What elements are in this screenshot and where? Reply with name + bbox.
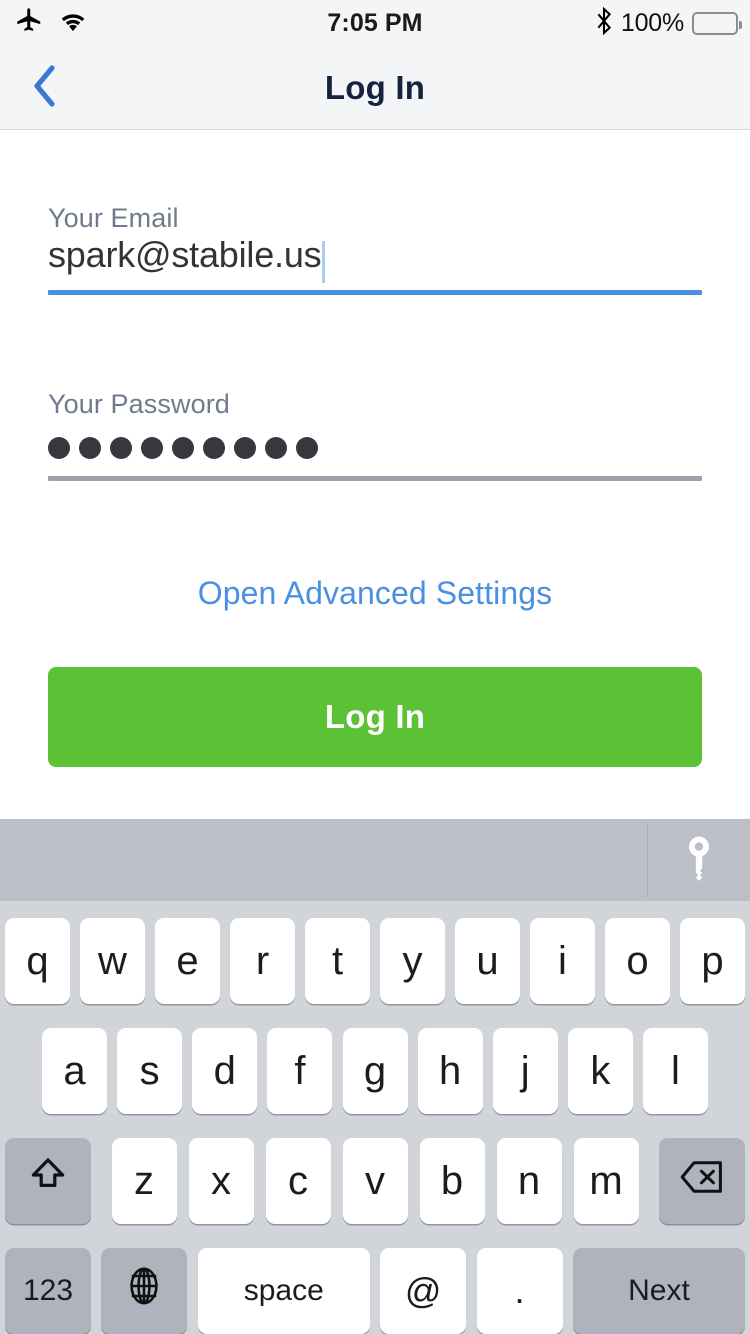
bluetooth-icon	[595, 6, 613, 40]
keyboard-key-m[interactable]: m	[573, 1138, 639, 1224]
password-input[interactable]	[48, 420, 702, 476]
password-mask-dot	[234, 437, 256, 459]
keyboard-key-y[interactable]: y	[380, 918, 445, 1004]
battery-full-icon	[692, 11, 742, 35]
keyboard-key-p[interactable]: p	[680, 918, 745, 1004]
keyboard-accessory-toolbar	[0, 819, 750, 901]
keyboard-row-3: zxcvbnm	[0, 1132, 750, 1230]
keyboard-key-s[interactable]: s	[117, 1028, 183, 1114]
navigation-bar: Log In	[0, 46, 750, 130]
keyboard-key-z[interactable]: z	[111, 1138, 177, 1224]
shift-key[interactable]	[5, 1138, 91, 1224]
password-field-group: Your Password	[48, 389, 702, 481]
email-field-label: Your Email	[48, 203, 179, 233]
password-mask-dot	[79, 437, 101, 459]
keyboard-key-o[interactable]: o	[605, 918, 670, 1004]
keyboard-key-j[interactable]: j	[492, 1028, 558, 1114]
password-mask-dot	[172, 437, 194, 459]
password-mask-dot	[265, 437, 287, 459]
keyboard-row-2: asdfghjkl	[0, 1022, 750, 1120]
shift-arrow-icon	[30, 1157, 66, 1205]
password-mask-dot	[110, 437, 132, 459]
keyboard-key-t[interactable]: t	[305, 918, 370, 1004]
keyboard-key-d[interactable]: d	[192, 1028, 258, 1114]
keyboard-key-w[interactable]: w	[80, 918, 145, 1004]
text-cursor	[322, 241, 326, 283]
keyboard-key-b[interactable]: b	[419, 1138, 485, 1224]
page-title: Log In	[324, 69, 426, 106]
space-key[interactable]: space	[197, 1248, 370, 1334]
app-screen: 7:05 PM 100% Log In Your Email spark@sta…	[0, 0, 750, 1334]
return-next-key[interactable]: Next	[572, 1248, 745, 1334]
keyboard-key-a[interactable]: a	[42, 1028, 107, 1114]
backspace-key[interactable]	[659, 1138, 745, 1224]
battery-percent-label: 100%	[620, 8, 684, 37]
keyboard-key-k[interactable]: k	[567, 1028, 633, 1114]
numeric-mode-key[interactable]: 123	[5, 1248, 91, 1334]
keyboard-row-1: qwertyuiop	[0, 912, 750, 1010]
email-input[interactable]: spark@stabile.us	[48, 234, 702, 290]
keyboard-key-c[interactable]: c	[265, 1138, 331, 1224]
key-icon	[682, 835, 716, 886]
on-screen-keyboard: qwertyuiop asdfghjkl zxcvbnm 123 space @…	[0, 901, 750, 1334]
keyboard-key-x[interactable]: x	[188, 1138, 254, 1224]
language-switch-key[interactable]	[101, 1248, 188, 1334]
keyboard-key-r[interactable]: r	[230, 918, 295, 1004]
toolbar-divider	[647, 823, 648, 897]
password-mask-dot	[203, 437, 225, 459]
password-mask-dot	[296, 437, 318, 459]
backspace-delete-icon	[680, 1159, 724, 1204]
status-bar: 7:05 PM 100%	[0, 0, 750, 46]
keyboard-row-3-letters: zxcvbnm	[111, 1138, 639, 1224]
globe-language-icon	[124, 1266, 164, 1316]
email-input-value: spark@stabile.us	[48, 234, 322, 275]
period-key[interactable]: .	[476, 1248, 563, 1334]
open-advanced-settings-link[interactable]: Open Advanced Settings	[0, 575, 750, 612]
keyboard-key-i[interactable]: i	[530, 918, 595, 1004]
password-autofill-button[interactable]	[648, 819, 750, 901]
password-mask-dot	[48, 437, 70, 459]
keyboard-key-v[interactable]: v	[342, 1138, 408, 1224]
keyboard-key-h[interactable]: h	[417, 1028, 483, 1114]
password-input-underline	[48, 476, 702, 481]
login-form: Your Email spark@stabile.us Your Passwor…	[0, 131, 750, 819]
log-in-button[interactable]: Log In	[48, 667, 702, 767]
keyboard-key-u[interactable]: u	[455, 918, 520, 1004]
email-input-underline	[48, 290, 702, 295]
keyboard-key-l[interactable]: l	[643, 1028, 708, 1114]
at-sign-key[interactable]: @	[380, 1248, 467, 1334]
status-bar-right: 100%	[595, 0, 742, 46]
email-field-group: Your Email spark@stabile.us	[48, 203, 702, 295]
keyboard-key-q[interactable]: q	[5, 918, 70, 1004]
keyboard-key-e[interactable]: e	[155, 918, 220, 1004]
keyboard-key-f[interactable]: f	[267, 1028, 333, 1114]
keyboard-row-4: 123 space @ . Next	[0, 1242, 750, 1334]
keyboard-key-g[interactable]: g	[342, 1028, 408, 1114]
password-field-label: Your Password	[48, 389, 230, 419]
password-mask-dot	[141, 437, 163, 459]
keyboard-key-n[interactable]: n	[496, 1138, 562, 1224]
